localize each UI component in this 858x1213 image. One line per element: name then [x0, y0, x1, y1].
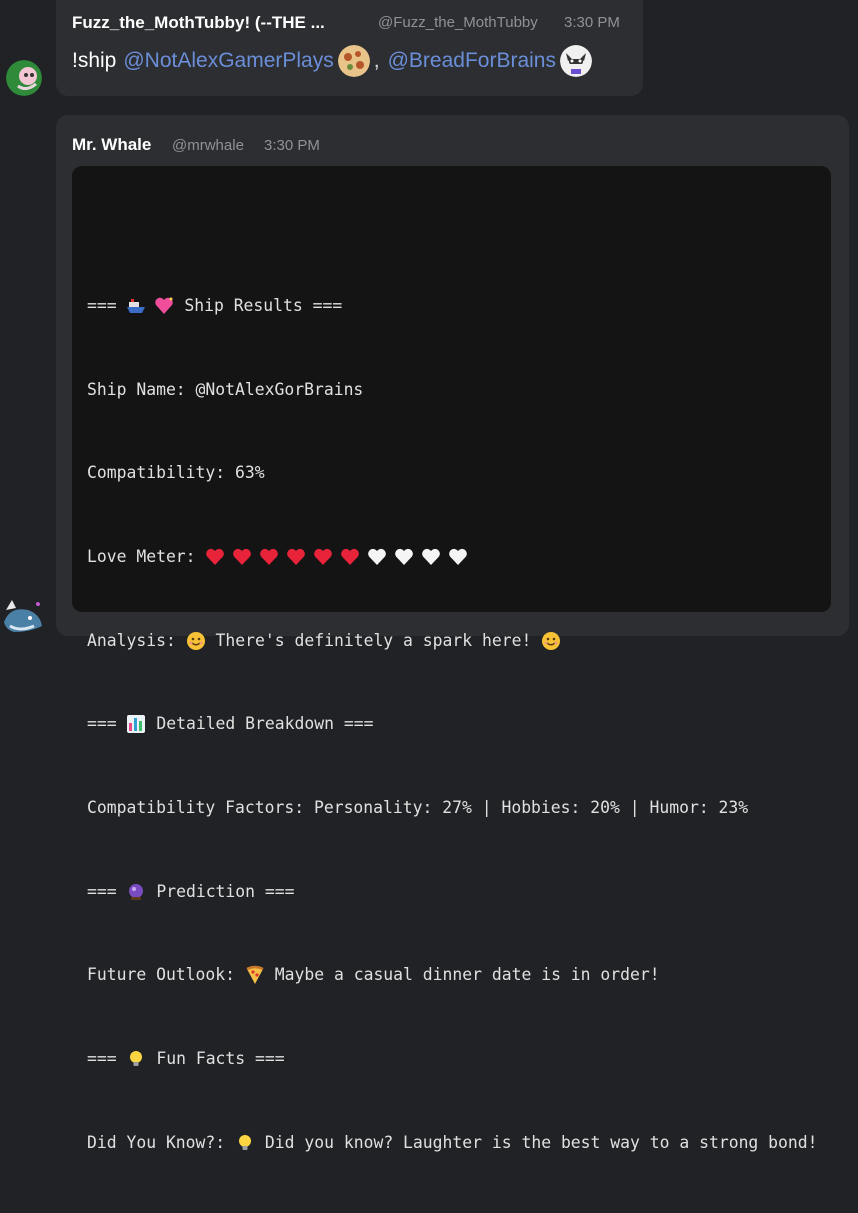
avatar-fuzz[interactable] [6, 60, 42, 96]
message-author[interactable]: Fuzz_the_MothTubby! (--THE ... [72, 13, 325, 33]
message-timestamp: 3:30 PM [264, 137, 320, 154]
red-heart-icon [287, 548, 306, 565]
love-meter [205, 547, 468, 567]
message-handle[interactable]: @Fuzz_the_MothTubby [378, 14, 538, 31]
command-text: !ship [72, 49, 117, 72]
code-line-did-you-know: Did You Know?: Did you know? Laughter is… [87, 1132, 818, 1152]
code-line-love-meter: Love Meter: [87, 543, 818, 571]
red-heart-icon [206, 548, 225, 565]
white-heart-icon [368, 548, 387, 565]
mention-breadforbrains[interactable]: @BreadForBrains [388, 49, 556, 73]
code-line-breakdown-header: === Detailed Breakdown === [87, 714, 374, 734]
user-avatar-notalexgamerplays-icon [337, 45, 370, 77]
crystal-ball-icon [129, 883, 144, 900]
message-timestamp: 3:30 PM [564, 14, 620, 31]
message-handle[interactable]: @mrwhale [172, 137, 244, 154]
mention-notalexgamerplays[interactable]: @NotAlexGamerPlays [123, 49, 333, 73]
smile-icon [542, 631, 561, 650]
code-line-prediction-header: === Prediction === [87, 881, 295, 901]
code-line-future: Future Outlook: Maybe a casual dinner da… [87, 965, 660, 985]
red-heart-icon [341, 548, 360, 565]
white-heart-icon [422, 548, 441, 565]
ship-icon [127, 298, 146, 313]
smile-icon [186, 631, 205, 650]
code-block: === Ship Results === Ship Name: @NotAlex… [72, 166, 831, 1152]
message-content: !ship @NotAlexGamerPlays , @BreadForBrai… [72, 45, 596, 77]
code-line-ship-name: Ship Name: @NotAlexGorBrains [87, 379, 364, 399]
code-line-factors: Compatibility Factors: Personality: 27% … [87, 798, 749, 818]
red-heart-icon [233, 548, 252, 565]
code-line-funfacts-header: === Fun Facts === [87, 1049, 285, 1069]
code-line-analysis: Analysis: There's definitely a spark her… [87, 627, 818, 655]
white-heart-icon [449, 548, 468, 565]
red-heart-icon [260, 548, 279, 565]
red-heart-icon [314, 548, 333, 565]
pizza-icon [246, 966, 264, 985]
message-author[interactable]: Mr. Whale [72, 135, 151, 155]
user-avatar-breadforbrains-icon [559, 45, 592, 77]
sparkling-heart-icon [155, 297, 174, 314]
avatar-mr-whale[interactable] [0, 596, 46, 642]
lightbulb-icon [239, 1134, 252, 1150]
mention-separator: , [373, 49, 380, 72]
lightbulb-icon [130, 1051, 143, 1067]
white-heart-icon [395, 548, 414, 565]
bar-chart-icon [127, 715, 146, 734]
code-line-compatibility: Compatibility: 63% [87, 463, 265, 483]
code-line-header: === Ship Results === [87, 295, 343, 315]
